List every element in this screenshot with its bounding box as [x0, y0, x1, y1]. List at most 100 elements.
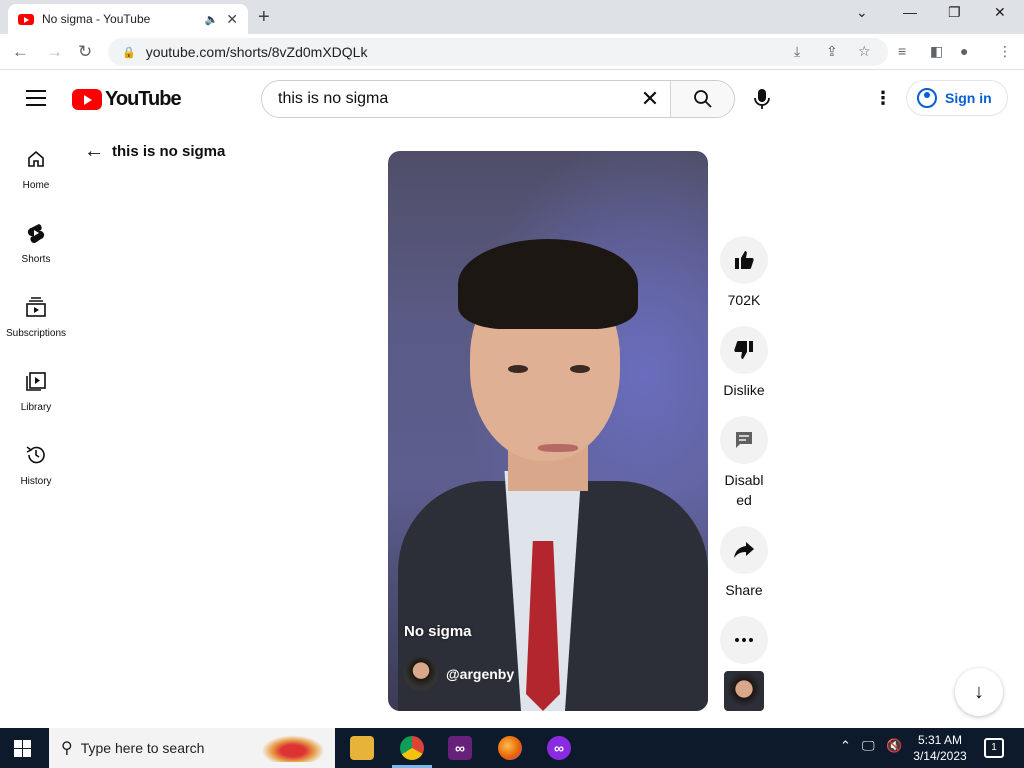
- thumbs-down-icon: [734, 341, 753, 359]
- clock-time: 5:31 AM: [917, 733, 963, 747]
- settings-dots-icon[interactable]: ⋮: [874, 88, 892, 109]
- dislike-action: Dislike: [720, 326, 768, 400]
- tab-title: No sigma - YouTube: [42, 12, 151, 26]
- short-video-player[interactable]: No sigma @argenby: [388, 151, 708, 711]
- channel-name[interactable]: @argenby: [446, 666, 514, 682]
- share-arrow-icon: [734, 542, 754, 558]
- chrome-icon[interactable]: [400, 736, 424, 760]
- dislike-button[interactable]: [720, 326, 768, 374]
- forward-icon[interactable]: →: [46, 42, 63, 62]
- new-tab-button[interactable]: +: [258, 6, 270, 29]
- more-action: [720, 616, 768, 664]
- search-button[interactable]: [670, 81, 734, 117]
- reload-icon[interactable]: ↻: [78, 42, 92, 62]
- file-explorer-icon[interactable]: [350, 736, 374, 760]
- network-icon[interactable]: 🖵: [862, 738, 875, 754]
- back-label: this is no sigma: [112, 143, 226, 160]
- show-hidden-icons-icon[interactable]: ⌃: [840, 738, 851, 754]
- search-back-link[interactable]: ← this is no sigma: [84, 140, 225, 163]
- share-page-icon[interactable]: ⇪: [826, 43, 838, 60]
- clear-search-icon[interactable]: ✕: [630, 81, 670, 117]
- close-tab-icon[interactable]: ✕: [226, 11, 238, 28]
- youtube-favicon-icon: [18, 13, 34, 25]
- firefox-icon[interactable]: [498, 736, 522, 760]
- account-icon: [917, 88, 937, 108]
- lock-icon[interactable]: 🔒: [122, 46, 136, 59]
- notifications-icon[interactable]: 1: [984, 738, 1004, 758]
- dislike-label: Dislike: [723, 382, 765, 398]
- history-icon: [25, 444, 47, 466]
- thumbs-up-icon: [735, 251, 754, 269]
- bookmark-star-icon[interactable]: ☆: [858, 43, 871, 60]
- speaker-icon[interactable]: 🔈: [205, 13, 219, 26]
- subscriptions-icon: [25, 296, 47, 318]
- sidebar-label: Home: [22, 180, 50, 191]
- sign-in-label: Sign in: [945, 90, 992, 106]
- channel-avatar[interactable]: [404, 657, 438, 691]
- sign-in-button[interactable]: Sign in: [906, 80, 1008, 116]
- shorts-icon: [25, 222, 47, 244]
- microphone-icon: [754, 89, 770, 109]
- mini-guide-sidebar: Home Shorts Subscriptions Library Histor…: [0, 126, 72, 496]
- minimize-button[interactable]: —: [903, 4, 917, 20]
- sidebar-item-shorts[interactable]: Shorts: [0, 200, 72, 274]
- search-box: ✕: [261, 80, 735, 118]
- search-input[interactable]: [262, 81, 630, 117]
- more-button[interactable]: [720, 616, 768, 664]
- short-title[interactable]: No sigma: [404, 623, 472, 640]
- arrow-down-icon: ↓: [974, 680, 984, 703]
- share-label: Share: [725, 582, 763, 598]
- like-action: 702K: [720, 236, 768, 310]
- back-arrow-icon: ←: [84, 140, 104, 162]
- channel-link[interactable]: @argenby: [404, 657, 514, 691]
- visual-studio-icon[interactable]: ∞: [448, 736, 472, 760]
- share-button[interactable]: [720, 526, 768, 574]
- notification-count: 1: [991, 742, 997, 753]
- volume-muted-icon[interactable]: 🔇: [886, 738, 902, 754]
- video-frame-hair: [458, 239, 638, 329]
- like-button[interactable]: [720, 236, 768, 284]
- sound-thumbnail[interactable]: [724, 671, 764, 711]
- browser-address-bar: ← → ↻ 🔒 youtube.com/shorts/8vZd0mXDQLk ⤓…: [0, 34, 1024, 70]
- side-panel-icon[interactable]: ◧: [930, 43, 943, 60]
- sidebar-item-library[interactable]: Library: [0, 348, 72, 422]
- back-icon[interactable]: ←: [12, 42, 29, 62]
- next-short-button[interactable]: ↓: [955, 668, 1003, 716]
- browser-tab[interactable]: No sigma - YouTube 🔈 ✕: [8, 4, 248, 34]
- home-icon: [25, 148, 47, 170]
- restore-button[interactable]: ❐: [948, 4, 961, 21]
- taskbar-search[interactable]: ⚲ Type here to search: [49, 728, 335, 768]
- youtube-play-icon: [72, 89, 102, 110]
- taskbar-clock[interactable]: 5:31 AM 3/14/2023: [912, 732, 968, 764]
- browser-tab-bar: No sigma - YouTube 🔈 ✕ + ⌄ — ❐ ✕: [0, 0, 1024, 34]
- comments-button[interactable]: [720, 416, 768, 464]
- windows-taskbar: ⚲ Type here to search ∞ ∞ ⌃ 🖵 🔇 5:31 AM …: [0, 728, 1024, 768]
- menu-icon[interactable]: [26, 90, 46, 111]
- sidebar-item-subscriptions[interactable]: Subscriptions: [0, 274, 72, 348]
- like-count: 702K: [727, 292, 761, 308]
- comments-disabled-label: Disabled: [724, 472, 764, 508]
- sidebar-label: Subscriptions: [5, 328, 67, 339]
- video-frame-mouth: [538, 444, 578, 452]
- tab-search-icon[interactable]: ⌄: [856, 4, 868, 21]
- media-control-icon[interactable]: ≡: [898, 43, 906, 59]
- taskbar-search-placeholder: Type here to search: [80, 740, 205, 756]
- windows-start-icon[interactable]: [14, 740, 31, 757]
- close-window-button[interactable]: ✕: [994, 4, 1006, 21]
- search-highlight-pie-image: [259, 734, 327, 762]
- url-bar[interactable]: 🔒 youtube.com/shorts/8vZd0mXDQLk: [108, 38, 888, 66]
- sidebar-label: Library: [20, 402, 52, 413]
- video-frame-eye: [508, 365, 528, 373]
- sidebar-item-history[interactable]: History: [0, 422, 72, 496]
- clock-date: 3/14/2023: [913, 749, 967, 763]
- app-icon[interactable]: ∞: [547, 736, 571, 760]
- youtube-logo[interactable]: YouTube: [72, 88, 182, 111]
- sidebar-item-home[interactable]: Home: [0, 126, 72, 200]
- install-icon[interactable]: ⤓: [794, 43, 800, 60]
- video-frame-eye: [570, 365, 590, 373]
- browser-menu-icon[interactable]: ⋮: [998, 43, 1012, 60]
- voice-search-button[interactable]: [752, 88, 772, 115]
- url-text: youtube.com/shorts/8vZd0mXDQLk: [145, 44, 368, 60]
- profile-icon[interactable]: ●: [960, 43, 968, 59]
- search-icon: [693, 90, 712, 108]
